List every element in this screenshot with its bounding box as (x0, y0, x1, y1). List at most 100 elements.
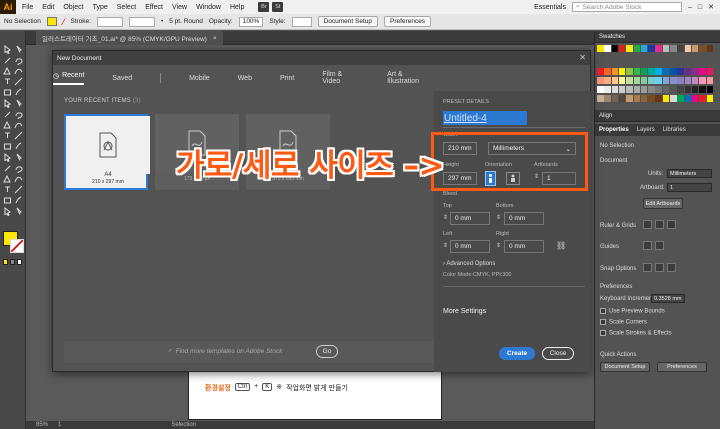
menu-view[interactable]: View (172, 4, 187, 11)
swatch[interactable] (604, 77, 611, 84)
stroke-color-indicator[interactable] (10, 239, 24, 253)
swatch[interactable] (706, 95, 713, 102)
opacity-input[interactable]: 100% (238, 16, 264, 27)
minimize-icon[interactable]: – (688, 4, 692, 11)
swatch[interactable] (655, 77, 662, 84)
swatch[interactable] (662, 95, 670, 102)
swatch[interactable] (633, 77, 640, 84)
snap-point-icon[interactable] (643, 263, 652, 272)
swatch[interactable] (597, 68, 604, 75)
style-select[interactable] (291, 16, 312, 27)
zoom-tool-icon[interactable] (3, 207, 12, 216)
menu-effect[interactable]: Effect (145, 4, 163, 11)
document-tab[interactable]: 일러스트레이터 기초_01.ai* @ 85% (CMYK/GPU Previe… (36, 31, 223, 45)
pencil-tool-icon[interactable] (14, 99, 23, 108)
bleed-bottom-input[interactable]: 0 mm (504, 212, 544, 225)
swatch[interactable] (648, 45, 655, 52)
swatch[interactable] (633, 68, 640, 75)
fill-swatch[interactable] (46, 17, 57, 26)
selection-tool-icon[interactable] (3, 45, 12, 54)
swatch[interactable] (626, 68, 633, 75)
create-button[interactable]: Create (499, 347, 535, 360)
curvature-tool-icon[interactable] (14, 67, 23, 76)
swatch[interactable] (648, 86, 655, 93)
artboard-tool-icon[interactable] (14, 185, 23, 194)
swatch[interactable] (662, 86, 670, 93)
ruler-icon[interactable] (643, 220, 652, 229)
swatch[interactable] (604, 86, 611, 93)
swatch[interactable] (626, 95, 633, 102)
swatch[interactable] (640, 86, 648, 93)
hand-tool-icon[interactable] (14, 196, 23, 205)
rotate-tool-icon[interactable] (3, 120, 12, 130)
color-mode-buttons[interactable] (3, 259, 23, 266)
swatch[interactable] (691, 77, 699, 84)
swatch[interactable] (670, 45, 677, 52)
swatch[interactable] (611, 45, 619, 52)
tab-saved[interactable]: Saved (112, 75, 132, 82)
swatch[interactable] (618, 77, 626, 84)
swatch[interactable] (706, 45, 713, 52)
swatch[interactable] (604, 95, 611, 102)
swatch[interactable] (684, 68, 692, 75)
width-tool-icon[interactable] (3, 131, 12, 140)
magic-wand-tool-icon[interactable] (3, 56, 12, 65)
swatch[interactable] (648, 68, 655, 75)
snap-grid-icon[interactable] (655, 263, 664, 272)
swatch[interactable] (677, 95, 684, 102)
tab-art-illustration[interactable]: Art & Illustration (387, 71, 433, 85)
tab-print[interactable]: Print (280, 75, 294, 82)
direct-selection-tool-icon[interactable] (14, 45, 23, 54)
quick-preferences-button[interactable]: Preferences (657, 362, 707, 372)
swatches-panel-header[interactable]: Swatches (595, 31, 720, 43)
eyedropper-tool-icon[interactable] (14, 164, 23, 173)
bleed-right-input[interactable]: 0 mm (504, 240, 544, 253)
paintbrush-tool-icon[interactable] (14, 88, 23, 97)
swatch[interactable] (597, 77, 604, 84)
bridge-button[interactable]: Br (258, 2, 270, 12)
menu-type[interactable]: Type (93, 4, 108, 11)
tab-web[interactable]: Web (238, 75, 252, 82)
pixel-grid-icon[interactable] (667, 220, 676, 229)
shaper-tool-icon[interactable] (3, 99, 12, 108)
swatch[interactable] (699, 95, 706, 102)
pen-tool-icon[interactable] (3, 66, 12, 76)
dialog-close-icon[interactable]: ✕ (579, 53, 586, 62)
swatch[interactable] (670, 95, 677, 102)
stepper-icon[interactable]: ⇕ (496, 242, 501, 249)
swatch[interactable] (618, 95, 626, 102)
tab-mobile[interactable]: Mobile (189, 75, 210, 82)
scissors-tool-icon[interactable] (14, 110, 23, 119)
bleed-left-input[interactable]: 0 mm (450, 240, 490, 253)
type-tool-icon[interactable] (3, 77, 12, 86)
swatch[interactable] (670, 68, 677, 75)
swatch[interactable] (677, 68, 684, 75)
units-select[interactable]: Millimeters (667, 169, 712, 178)
swatch[interactable] (684, 95, 692, 102)
swatch[interactable] (640, 95, 648, 102)
swatch[interactable] (597, 86, 604, 93)
swatch[interactable] (597, 45, 604, 52)
swatch[interactable] (618, 68, 626, 75)
swatch[interactable] (699, 45, 706, 52)
mesh-tool-icon[interactable] (14, 153, 23, 162)
swatch[interactable] (655, 95, 662, 102)
document-name-input[interactable]: Untitled-4 (443, 111, 527, 125)
menu-object[interactable]: Object (63, 4, 83, 11)
zoom-level[interactable]: 85% (36, 422, 48, 428)
scale-strokes-checkbox[interactable]: Scale Strokes & Effects (600, 330, 672, 337)
gradient-tool-icon[interactable] (3, 164, 12, 173)
swatch[interactable] (655, 45, 662, 52)
scale-corners-checkbox[interactable]: Scale Corners (600, 319, 647, 326)
artboard-navigator[interactable]: 1 (58, 422, 61, 428)
swatch[interactable] (699, 68, 706, 75)
template-search-input[interactable]: ⌕ Find more templates on Adobe Stock (168, 347, 282, 355)
graph-tool-icon[interactable] (3, 185, 12, 194)
swatch[interactable] (655, 86, 662, 93)
menu-file[interactable]: File (22, 4, 33, 11)
eraser-tool-icon[interactable] (3, 110, 12, 119)
stepper-icon[interactable]: ⇕ (496, 214, 501, 221)
more-settings-button[interactable]: More Settings (443, 308, 486, 315)
tab-recent[interactable]: ◷ Recent (53, 72, 85, 85)
guides-lock-icon[interactable] (655, 241, 664, 250)
